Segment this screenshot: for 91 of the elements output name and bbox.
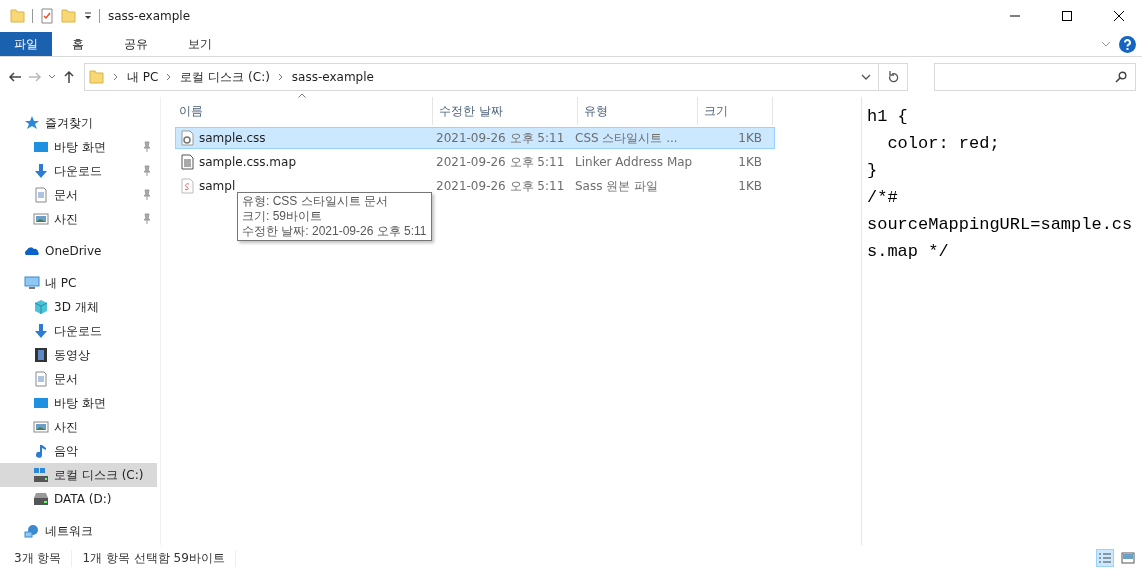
sidebar-item[interactable]: 내 PC bbox=[0, 271, 157, 295]
ribbon-tab[interactable]: 공유 bbox=[104, 32, 168, 56]
star-icon bbox=[24, 115, 40, 131]
ribbon-tab[interactable]: 홈 bbox=[52, 32, 104, 56]
sidebar-item[interactable]: 음악 bbox=[0, 439, 157, 463]
table-cell-text: 2021-09-26 오후 5:11 bbox=[435, 153, 566, 171]
table-cell-text: 1KB bbox=[737, 131, 763, 145]
column-header[interactable]: 크기 bbox=[698, 97, 773, 125]
sort-up-icon[interactable] bbox=[298, 93, 306, 98]
refresh-icon[interactable] bbox=[887, 70, 899, 84]
pin-icon[interactable] bbox=[141, 213, 151, 225]
document-icon bbox=[180, 154, 194, 170]
status-text: 1개 항목 선택함 59바이트 bbox=[82, 549, 236, 567]
picture-icon bbox=[33, 211, 49, 227]
file-name: sample.css bbox=[199, 131, 266, 145]
pin-icon[interactable] bbox=[141, 165, 151, 177]
view-button[interactable] bbox=[1096, 549, 1114, 567]
sidebar-item[interactable]: 사진 bbox=[0, 207, 157, 231]
computer-icon bbox=[24, 275, 40, 291]
drive-icon bbox=[33, 491, 49, 507]
chevron-down-icon[interactable] bbox=[48, 73, 56, 81]
sidebar-item[interactable]: 바탕 화면 bbox=[0, 391, 157, 415]
picture-icon bbox=[33, 419, 49, 435]
chevron-down-icon[interactable] bbox=[861, 73, 871, 81]
up-arrow-icon[interactable] bbox=[62, 70, 76, 84]
breadcrumb[interactable]: sass-example bbox=[291, 70, 374, 84]
table-cell-text: 1KB bbox=[737, 179, 763, 193]
sidebar-item[interactable]: 3D 개체 bbox=[0, 295, 157, 319]
column-header[interactable]: 수정한 날짜 bbox=[433, 97, 578, 125]
back-arrow-icon[interactable] bbox=[8, 70, 22, 84]
sidebar-item[interactable]: 즐겨찾기 bbox=[0, 111, 157, 135]
sidebar-item[interactable]: 바탕 화면 bbox=[0, 135, 157, 159]
sidebar-item[interactable]: 문서 bbox=[0, 367, 157, 391]
maximize-icon[interactable] bbox=[1061, 10, 1073, 22]
sidebar-item[interactable]: 다운로드 bbox=[0, 159, 157, 183]
details-view-icon bbox=[1098, 552, 1112, 564]
music-note-icon bbox=[33, 443, 49, 459]
sidebar-item[interactable]: DATA (D:) bbox=[0, 487, 157, 511]
chevron-right-icon[interactable] bbox=[166, 73, 173, 81]
file-name: sample.css.map bbox=[199, 155, 297, 169]
picture-icon bbox=[1121, 552, 1135, 564]
tooltip-line: 크기: 59바이트 bbox=[242, 209, 323, 224]
sidebar-item[interactable]: 다운로드 bbox=[0, 319, 157, 343]
ribbon-tab[interactable]: 파일 bbox=[0, 32, 52, 56]
chevron-right-icon[interactable] bbox=[277, 73, 284, 81]
file-name: sampl bbox=[199, 179, 236, 193]
ribbon-tab[interactable]: 보기 bbox=[168, 32, 232, 56]
sidebar-item[interactable]: 네트워크 bbox=[0, 519, 157, 543]
sidebar-item[interactable]: 사진 bbox=[0, 415, 157, 439]
table-cell-text: 1KB bbox=[737, 155, 763, 169]
table-cell-text: Sass 원본 파일 bbox=[575, 177, 660, 195]
down-arrow-icon bbox=[33, 323, 49, 339]
chevron-right-icon[interactable] bbox=[113, 73, 119, 81]
down-arrow-icon bbox=[33, 163, 49, 179]
file-row[interactable]: sampl 2021-09-26 오후 5:11 Sass 원본 파일 1KB bbox=[175, 175, 775, 197]
sidebar-item[interactable]: 로컬 디스크 (C:) bbox=[0, 463, 157, 487]
network-icon bbox=[24, 523, 40, 539]
pin-icon[interactable] bbox=[141, 189, 151, 201]
cube-icon bbox=[33, 299, 49, 315]
file-row[interactable]: sample.css 2021-09-26 오후 5:11 CSS 스타일시트 ... 1KB bbox=[175, 127, 775, 149]
sidebar-item[interactable]: 문서 bbox=[0, 183, 157, 207]
file-row[interactable]: sample.css.map 2021-09-26 오후 5:11 Linker Address Map 1KB bbox=[175, 151, 775, 173]
help-icon[interactable] bbox=[1119, 35, 1136, 53]
monitor-icon bbox=[33, 395, 49, 411]
column-header[interactable]: 유형 bbox=[578, 97, 698, 125]
breadcrumb[interactable]: 로컬 디스크 (C:) bbox=[180, 68, 270, 86]
drive-icon bbox=[33, 467, 49, 483]
tooltip-line: 유형: CSS 스타일시트 문서 bbox=[242, 194, 389, 209]
sass-document-icon bbox=[180, 178, 194, 194]
monitor-icon bbox=[33, 139, 49, 155]
window-title: sass-example bbox=[108, 9, 192, 23]
close-icon[interactable] bbox=[1113, 10, 1125, 22]
folder-icon bbox=[89, 69, 105, 85]
tooltip-line: 수정한 날짜: 2021-09-26 오후 5:11 bbox=[242, 224, 427, 239]
sidebar-item[interactable]: OneDrive bbox=[0, 239, 157, 263]
table-cell: Linker Address Map bbox=[575, 155, 693, 169]
pin-icon[interactable] bbox=[141, 141, 151, 153]
search-field[interactable] bbox=[934, 63, 1136, 91]
table-cell-text: 2021-09-26 오후 5:11 bbox=[435, 129, 566, 147]
checkmark-document-icon[interactable] bbox=[39, 8, 55, 24]
status-text: 3개 항목 bbox=[14, 549, 73, 567]
sidebar-item[interactable]: 동영상 bbox=[0, 343, 157, 367]
column-header[interactable]: 이름 bbox=[173, 97, 433, 125]
table-cell-text: CSS 스타일시트 ... bbox=[575, 129, 679, 147]
search-icon[interactable] bbox=[1115, 71, 1127, 83]
code-text: h1 { color: red; } /*# sourceMappingURL=sample.cs s.map */ bbox=[867, 106, 1134, 263]
breadcrumb[interactable]: 내 PC bbox=[127, 68, 159, 86]
document-icon bbox=[33, 371, 49, 387]
dropdown-icon[interactable] bbox=[83, 11, 93, 21]
document-icon bbox=[33, 187, 49, 203]
table-cell-text: 2021-09-26 오후 5:11 bbox=[435, 177, 566, 195]
